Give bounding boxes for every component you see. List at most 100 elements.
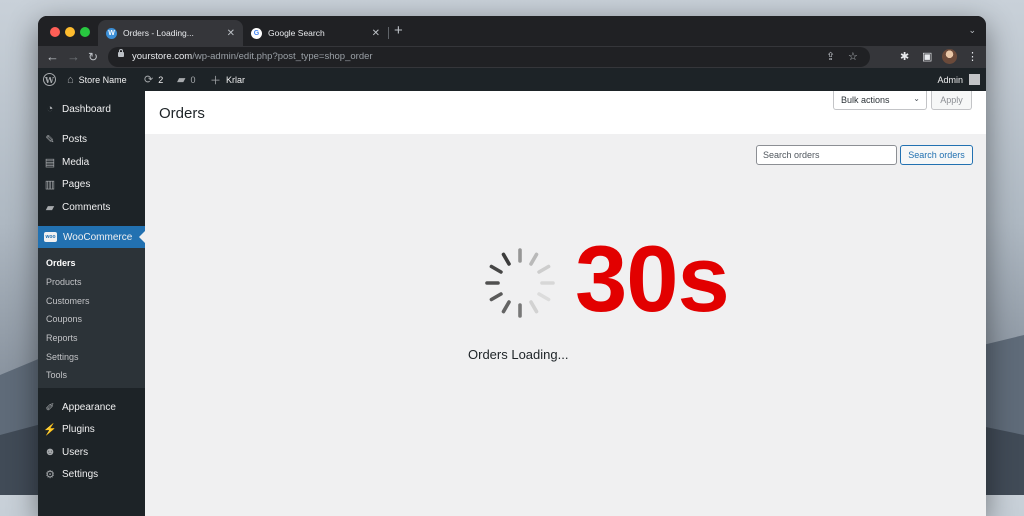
spinner-spoke xyxy=(489,292,503,302)
pages-icon: ▥ xyxy=(44,178,56,191)
submenu-item-tools[interactable]: Tools xyxy=(46,370,67,380)
spinner-spoke xyxy=(537,292,551,302)
share-icon[interactable]: ⇪ xyxy=(826,50,835,63)
submenu-item-customers[interactable]: Customers xyxy=(46,296,90,306)
page-title: Orders xyxy=(159,105,205,122)
sidebar-item-woocommerce[interactable]: woo WooCommerce xyxy=(38,226,145,248)
plus-icon: ＋ xyxy=(210,74,221,87)
wordpress-logo-icon: W xyxy=(43,73,56,86)
user-icon: ☻ xyxy=(44,446,56,458)
spinner-spoke xyxy=(529,300,539,314)
spinner-spoke xyxy=(529,252,539,266)
site-name-link[interactable]: ⌂ Store Name xyxy=(67,68,127,91)
side-panel-icon[interactable]: ▣ xyxy=(922,50,932,63)
loading-timer: 30s xyxy=(575,226,730,331)
sidebar-item-settings[interactable]: ⚙ Settings xyxy=(38,463,145,485)
apply-button[interactable]: Apply xyxy=(931,91,972,110)
spinner-spoke xyxy=(489,264,503,274)
tab-title: Google Search xyxy=(268,28,325,38)
url-host: yourstore.com xyxy=(132,51,193,62)
url-text: yourstore.com/wp-admin/edit.php?post_typ… xyxy=(132,51,373,62)
profile-avatar[interactable] xyxy=(942,49,957,64)
dashboard-icon: ◔ xyxy=(46,103,54,115)
submenu-item-products[interactable]: Products xyxy=(46,277,82,287)
sidebar-item-label: Settings xyxy=(62,468,99,480)
comments-link[interactable]: ▰ 0 xyxy=(177,68,195,91)
tab-title: Orders - Loading... xyxy=(123,28,194,38)
extensions-puzzle-icon[interactable]: ✱ xyxy=(900,50,909,63)
close-window-button[interactable] xyxy=(50,27,60,37)
sidebar-item-appearance[interactable]: ✐ Appearance xyxy=(38,396,145,418)
user-avatar xyxy=(969,74,980,85)
comment-bubble-icon: ▰ xyxy=(177,74,186,86)
sidebar-item-media[interactable]: ▤ Media xyxy=(38,151,145,173)
wp-admin-bar: W ⌂ Store Name ⟳ 2 ▰ 0 ＋ Krlar Admin xyxy=(38,68,986,91)
brush-icon: ✐ xyxy=(45,401,55,414)
admin-sidebar: ◔ Dashboard ✎ Posts ▤ Media ▥ Pages ▰ Co… xyxy=(38,91,145,516)
sidebar-item-label: Plugins xyxy=(62,423,95,435)
submenu-item-coupons[interactable]: Coupons xyxy=(46,314,82,324)
main-content: Orders Bulk actions ⌄ Apply Search order… xyxy=(145,91,986,516)
loading-spinner-icon xyxy=(485,248,555,318)
google-icon: G xyxy=(251,27,262,39)
comment-icon: ▰ xyxy=(45,201,55,214)
back-arrow-icon[interactable]: ← xyxy=(46,49,59,65)
submenu-item-orders[interactable]: Orders xyxy=(46,258,76,268)
pin-icon: ✎ xyxy=(45,133,55,146)
address-bar[interactable]: yourstore.com/wp-admin/edit.php?post_typ… xyxy=(108,47,870,67)
settings-icon: ⚙ xyxy=(45,468,55,481)
sidebar-item-comments[interactable]: ▰ Comments xyxy=(38,196,145,218)
woocommerce-submenu: Orders Products Customers Coupons Report… xyxy=(38,248,145,388)
search-orders-input[interactable] xyxy=(756,145,897,165)
sidebar-item-plugins[interactable]: ⚡ Plugins xyxy=(38,418,145,440)
sidebar-item-label: Comments xyxy=(62,201,111,213)
new-content-link[interactable]: ＋ Krlar xyxy=(210,68,245,91)
woo-icon: woo xyxy=(44,232,57,242)
sidebar-item-posts[interactable]: ✎ Posts xyxy=(38,128,145,150)
minimize-window-button[interactable] xyxy=(65,27,75,37)
tab-google-search[interactable]: G Google Search ✕ xyxy=(243,20,388,46)
loading-message: Orders Loading... xyxy=(468,347,569,362)
new-tab-icon[interactable]: + xyxy=(394,22,403,39)
user-name: Admin xyxy=(937,74,963,85)
tab-orders[interactable]: W Orders - Loading... ✕ xyxy=(98,20,243,46)
close-tab-icon[interactable]: ✕ xyxy=(372,28,380,39)
forward-arrow-icon[interactable]: → xyxy=(67,49,80,65)
my-account-link[interactable]: Admin xyxy=(937,68,980,91)
bulk-actions-value: Bulk actions xyxy=(841,95,890,105)
sidebar-item-label: WooCommerce xyxy=(63,231,133,243)
lock-icon xyxy=(118,49,124,57)
search-orders-button[interactable]: Search orders xyxy=(900,145,973,165)
new-content-label: Krlar xyxy=(226,74,246,85)
tab-strip: W Orders - Loading... ✕ G Google Search … xyxy=(38,16,986,46)
sidebar-item-label: Media xyxy=(62,156,90,168)
spinner-spoke xyxy=(537,264,551,274)
updates-link[interactable]: ⟳ 2 xyxy=(144,68,163,91)
spinner-spoke xyxy=(501,300,511,314)
submenu-item-reports[interactable]: Reports xyxy=(46,333,78,343)
media-icon: ▤ xyxy=(44,156,56,169)
maximize-window-button[interactable] xyxy=(80,27,90,37)
comments-count: 0 xyxy=(190,74,196,85)
sidebar-item-users[interactable]: ☻ Users xyxy=(38,441,145,463)
reload-icon[interactable]: ↻ xyxy=(88,49,98,65)
close-tab-icon[interactable]: ✕ xyxy=(227,28,235,39)
sidebar-item-label: Posts xyxy=(62,133,88,145)
updates-icon: ⟳ xyxy=(144,74,154,86)
page-header: Orders Bulk actions ⌄ Apply xyxy=(145,91,986,134)
wordpress-icon: W xyxy=(106,27,117,39)
bookmark-star-icon[interactable]: ☆ xyxy=(848,50,858,63)
bulk-actions-select[interactable]: Bulk actions ⌄ xyxy=(833,91,927,110)
sidebar-item-label: Users xyxy=(62,446,89,458)
spinner-spoke xyxy=(501,252,511,266)
sidebar-item-dashboard[interactable]: ◔ Dashboard xyxy=(38,98,145,120)
url-path: /wp-admin/edit.php?post_type=shop_order xyxy=(192,51,373,62)
sidebar-item-label: Appearance xyxy=(62,401,116,413)
browser-window: W Orders - Loading... ✕ G Google Search … xyxy=(38,16,986,516)
wp-logo-button[interactable]: W xyxy=(43,68,56,91)
kebab-menu-icon[interactable]: ⋮ xyxy=(967,50,978,63)
submenu-item-settings[interactable]: Settings xyxy=(46,352,79,362)
sidebar-item-pages[interactable]: ▥ Pages xyxy=(38,173,145,195)
chevron-down-icon[interactable]: ⌄ xyxy=(968,25,976,36)
site-name: Store Name xyxy=(78,74,127,85)
